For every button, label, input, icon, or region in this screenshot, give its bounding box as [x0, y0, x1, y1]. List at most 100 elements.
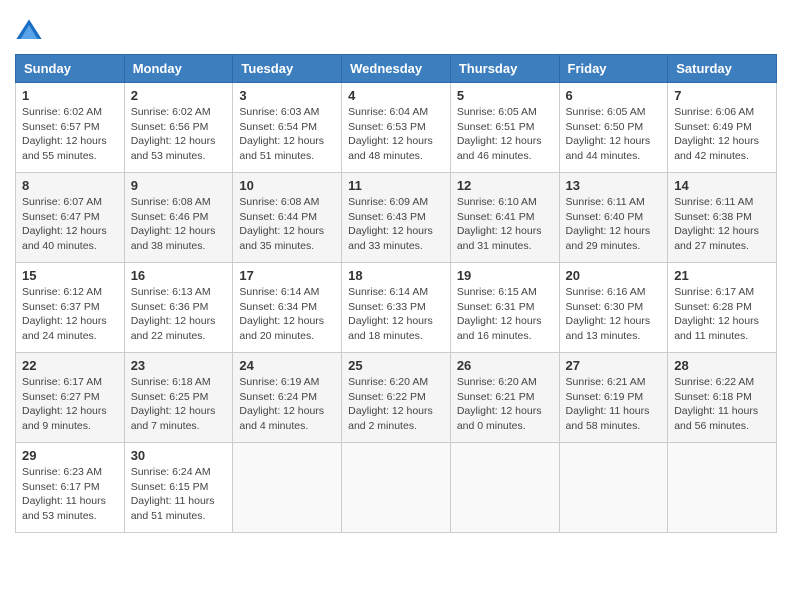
- calendar-cell: [559, 443, 668, 533]
- day-info: Sunrise: 6:15 AMSunset: 6:31 PMDaylight:…: [457, 286, 542, 342]
- calendar-header-sunday: Sunday: [16, 55, 125, 83]
- day-number: 3: [239, 88, 335, 103]
- day-number: 17: [239, 268, 335, 283]
- day-number: 10: [239, 178, 335, 193]
- day-info: Sunrise: 6:14 AMSunset: 6:33 PMDaylight:…: [348, 286, 433, 342]
- day-info: Sunrise: 6:10 AMSunset: 6:41 PMDaylight:…: [457, 196, 542, 252]
- day-number: 24: [239, 358, 335, 373]
- calendar-cell: 29 Sunrise: 6:23 AMSunset: 6:17 PMDaylig…: [16, 443, 125, 533]
- day-info: Sunrise: 6:18 AMSunset: 6:25 PMDaylight:…: [131, 376, 216, 432]
- day-info: Sunrise: 6:11 AMSunset: 6:40 PMDaylight:…: [566, 196, 651, 252]
- day-info: Sunrise: 6:03 AMSunset: 6:54 PMDaylight:…: [239, 106, 324, 162]
- calendar-header-row: SundayMondayTuesdayWednesdayThursdayFrid…: [16, 55, 777, 83]
- calendar-cell: 13 Sunrise: 6:11 AMSunset: 6:40 PMDaylig…: [559, 173, 668, 263]
- day-info: Sunrise: 6:08 AMSunset: 6:44 PMDaylight:…: [239, 196, 324, 252]
- day-number: 27: [566, 358, 662, 373]
- day-number: 26: [457, 358, 553, 373]
- calendar-cell: 19 Sunrise: 6:15 AMSunset: 6:31 PMDaylig…: [450, 263, 559, 353]
- page-header: [15, 10, 777, 46]
- calendar-cell: 4 Sunrise: 6:04 AMSunset: 6:53 PMDayligh…: [342, 83, 451, 173]
- day-number: 22: [22, 358, 118, 373]
- day-info: Sunrise: 6:07 AMSunset: 6:47 PMDaylight:…: [22, 196, 107, 252]
- day-info: Sunrise: 6:06 AMSunset: 6:49 PMDaylight:…: [674, 106, 759, 162]
- calendar-table: SundayMondayTuesdayWednesdayThursdayFrid…: [15, 54, 777, 533]
- calendar-cell: 15 Sunrise: 6:12 AMSunset: 6:37 PMDaylig…: [16, 263, 125, 353]
- calendar-cell: 12 Sunrise: 6:10 AMSunset: 6:41 PMDaylig…: [450, 173, 559, 263]
- day-info: Sunrise: 6:05 AMSunset: 6:51 PMDaylight:…: [457, 106, 542, 162]
- calendar-cell: 2 Sunrise: 6:02 AMSunset: 6:56 PMDayligh…: [124, 83, 233, 173]
- calendar-cell: 16 Sunrise: 6:13 AMSunset: 6:36 PMDaylig…: [124, 263, 233, 353]
- calendar-header-saturday: Saturday: [668, 55, 777, 83]
- calendar-cell: 14 Sunrise: 6:11 AMSunset: 6:38 PMDaylig…: [668, 173, 777, 263]
- calendar-week-row: 8 Sunrise: 6:07 AMSunset: 6:47 PMDayligh…: [16, 173, 777, 263]
- day-number: 13: [566, 178, 662, 193]
- day-info: Sunrise: 6:17 AMSunset: 6:28 PMDaylight:…: [674, 286, 759, 342]
- day-info: Sunrise: 6:20 AMSunset: 6:21 PMDaylight:…: [457, 376, 542, 432]
- calendar-cell: 28 Sunrise: 6:22 AMSunset: 6:18 PMDaylig…: [668, 353, 777, 443]
- day-number: 7: [674, 88, 770, 103]
- day-info: Sunrise: 6:23 AMSunset: 6:17 PMDaylight:…: [22, 466, 106, 522]
- day-number: 8: [22, 178, 118, 193]
- calendar-header-thursday: Thursday: [450, 55, 559, 83]
- calendar-cell: 26 Sunrise: 6:20 AMSunset: 6:21 PMDaylig…: [450, 353, 559, 443]
- calendar-header-monday: Monday: [124, 55, 233, 83]
- day-info: Sunrise: 6:11 AMSunset: 6:38 PMDaylight:…: [674, 196, 759, 252]
- day-info: Sunrise: 6:09 AMSunset: 6:43 PMDaylight:…: [348, 196, 433, 252]
- calendar-cell: [342, 443, 451, 533]
- calendar-cell: 21 Sunrise: 6:17 AMSunset: 6:28 PMDaylig…: [668, 263, 777, 353]
- calendar-header-wednesday: Wednesday: [342, 55, 451, 83]
- calendar-week-row: 1 Sunrise: 6:02 AMSunset: 6:57 PMDayligh…: [16, 83, 777, 173]
- day-info: Sunrise: 6:02 AMSunset: 6:56 PMDaylight:…: [131, 106, 216, 162]
- day-info: Sunrise: 6:16 AMSunset: 6:30 PMDaylight:…: [566, 286, 651, 342]
- calendar-cell: 27 Sunrise: 6:21 AMSunset: 6:19 PMDaylig…: [559, 353, 668, 443]
- calendar-cell: 9 Sunrise: 6:08 AMSunset: 6:46 PMDayligh…: [124, 173, 233, 263]
- day-info: Sunrise: 6:12 AMSunset: 6:37 PMDaylight:…: [22, 286, 107, 342]
- day-number: 29: [22, 448, 118, 463]
- calendar-header-tuesday: Tuesday: [233, 55, 342, 83]
- day-info: Sunrise: 6:21 AMSunset: 6:19 PMDaylight:…: [566, 376, 650, 432]
- day-number: 23: [131, 358, 227, 373]
- calendar-cell: 24 Sunrise: 6:19 AMSunset: 6:24 PMDaylig…: [233, 353, 342, 443]
- logo-icon: [15, 18, 43, 46]
- day-info: Sunrise: 6:02 AMSunset: 6:57 PMDaylight:…: [22, 106, 107, 162]
- day-number: 30: [131, 448, 227, 463]
- calendar-cell: 30 Sunrise: 6:24 AMSunset: 6:15 PMDaylig…: [124, 443, 233, 533]
- calendar-cell: 10 Sunrise: 6:08 AMSunset: 6:44 PMDaylig…: [233, 173, 342, 263]
- day-number: 6: [566, 88, 662, 103]
- calendar-cell: 3 Sunrise: 6:03 AMSunset: 6:54 PMDayligh…: [233, 83, 342, 173]
- day-number: 4: [348, 88, 444, 103]
- day-info: Sunrise: 6:13 AMSunset: 6:36 PMDaylight:…: [131, 286, 216, 342]
- day-info: Sunrise: 6:24 AMSunset: 6:15 PMDaylight:…: [131, 466, 215, 522]
- day-info: Sunrise: 6:20 AMSunset: 6:22 PMDaylight:…: [348, 376, 433, 432]
- day-number: 21: [674, 268, 770, 283]
- calendar-cell: 11 Sunrise: 6:09 AMSunset: 6:43 PMDaylig…: [342, 173, 451, 263]
- calendar-cell: 18 Sunrise: 6:14 AMSunset: 6:33 PMDaylig…: [342, 263, 451, 353]
- day-number: 18: [348, 268, 444, 283]
- day-number: 5: [457, 88, 553, 103]
- calendar-cell: 1 Sunrise: 6:02 AMSunset: 6:57 PMDayligh…: [16, 83, 125, 173]
- day-info: Sunrise: 6:05 AMSunset: 6:50 PMDaylight:…: [566, 106, 651, 162]
- day-number: 1: [22, 88, 118, 103]
- calendar-cell: [668, 443, 777, 533]
- calendar-cell: 7 Sunrise: 6:06 AMSunset: 6:49 PMDayligh…: [668, 83, 777, 173]
- day-number: 20: [566, 268, 662, 283]
- calendar-week-row: 22 Sunrise: 6:17 AMSunset: 6:27 PMDaylig…: [16, 353, 777, 443]
- day-info: Sunrise: 6:17 AMSunset: 6:27 PMDaylight:…: [22, 376, 107, 432]
- calendar-cell: [233, 443, 342, 533]
- calendar-cell: 20 Sunrise: 6:16 AMSunset: 6:30 PMDaylig…: [559, 263, 668, 353]
- calendar-week-row: 15 Sunrise: 6:12 AMSunset: 6:37 PMDaylig…: [16, 263, 777, 353]
- calendar-cell: 8 Sunrise: 6:07 AMSunset: 6:47 PMDayligh…: [16, 173, 125, 263]
- day-info: Sunrise: 6:08 AMSunset: 6:46 PMDaylight:…: [131, 196, 216, 252]
- day-number: 25: [348, 358, 444, 373]
- calendar-cell: 5 Sunrise: 6:05 AMSunset: 6:51 PMDayligh…: [450, 83, 559, 173]
- day-info: Sunrise: 6:22 AMSunset: 6:18 PMDaylight:…: [674, 376, 758, 432]
- day-number: 12: [457, 178, 553, 193]
- day-info: Sunrise: 6:19 AMSunset: 6:24 PMDaylight:…: [239, 376, 324, 432]
- logo: [15, 18, 45, 46]
- day-number: 11: [348, 178, 444, 193]
- calendar-cell: 25 Sunrise: 6:20 AMSunset: 6:22 PMDaylig…: [342, 353, 451, 443]
- calendar-week-row: 29 Sunrise: 6:23 AMSunset: 6:17 PMDaylig…: [16, 443, 777, 533]
- day-number: 16: [131, 268, 227, 283]
- day-number: 2: [131, 88, 227, 103]
- calendar-cell: 6 Sunrise: 6:05 AMSunset: 6:50 PMDayligh…: [559, 83, 668, 173]
